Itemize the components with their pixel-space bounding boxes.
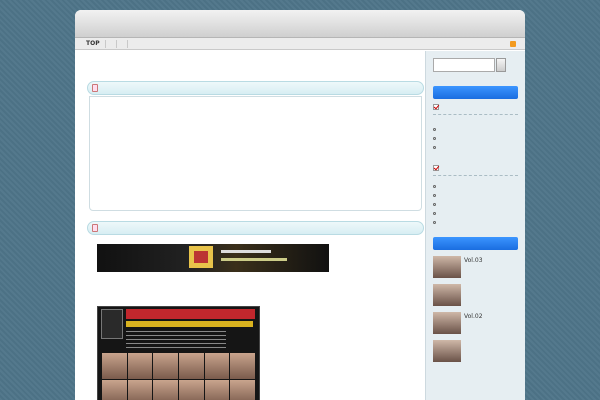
category-2-list — [433, 182, 519, 227]
ad-subheadline-graphic — [126, 321, 253, 327]
list-item[interactable] — [433, 200, 519, 209]
recent-post-3[interactable]: Vol.02 — [433, 312, 519, 334]
categories-header — [433, 86, 518, 99]
recent-post-vol: Vol.02 — [464, 313, 483, 320]
bullet-icon — [433, 203, 436, 206]
ad-photo — [178, 353, 204, 379]
banner-logo — [189, 246, 213, 268]
ad-photo — [230, 353, 255, 379]
rss-icon — [510, 40, 516, 47]
ad-photo — [153, 379, 178, 400]
ad-photo — [127, 353, 153, 379]
ad-photo — [230, 379, 255, 400]
ad-line-4 — [269, 336, 419, 346]
ad-line-3 — [269, 326, 419, 336]
checkmark-icon — [433, 104, 439, 110]
post1-line-2 — [99, 113, 412, 123]
ad-photo — [153, 353, 178, 379]
post1-line-6 — [99, 184, 412, 194]
list-item[interactable] — [433, 218, 519, 227]
checkmark-icon — [433, 165, 439, 171]
bullet-icon — [433, 212, 436, 215]
recent-post-2[interactable] — [433, 284, 519, 306]
nav-top[interactable]: TOP — [81, 39, 106, 48]
divider — [433, 175, 518, 176]
bullet-icon — [433, 128, 436, 131]
ad-photo-grid — [102, 353, 255, 400]
ad-line-6 — [269, 373, 419, 383]
ad-line-2 — [269, 316, 419, 326]
post-title-2[interactable] — [87, 221, 424, 235]
search-button[interactable] — [496, 58, 506, 72]
recent-posts-header — [433, 237, 518, 250]
recent-post-title: Vol.02 — [464, 312, 483, 334]
nav-item-2[interactable] — [117, 39, 128, 48]
recent-post-1[interactable]: Vol.03 — [433, 256, 519, 278]
rss-link[interactable] — [510, 40, 519, 47]
post-thumbnail — [433, 312, 461, 334]
post1-line-3 — [99, 130, 412, 140]
post1-line-5 — [99, 157, 412, 167]
post1-line-7 — [99, 194, 412, 204]
ad-line-1 — [269, 306, 419, 316]
bullet-icon — [433, 194, 436, 197]
ad-photo — [204, 379, 230, 400]
main-content — [87, 58, 424, 400]
recent-post-title: Vol.03 — [464, 256, 483, 278]
ad-photo — [102, 353, 127, 379]
category-2[interactable] — [433, 164, 519, 171]
search-form — [433, 58, 519, 72]
ad-photo — [178, 379, 204, 400]
list-item[interactable] — [433, 125, 519, 134]
page-icon — [92, 224, 98, 232]
list-item[interactable] — [433, 134, 519, 143]
ad-banner[interactable] — [97, 244, 329, 272]
ad-image[interactable] — [97, 306, 260, 400]
global-nav: TOP — [75, 38, 525, 50]
search-input[interactable] — [433, 58, 495, 72]
ad-photo — [204, 353, 230, 379]
banner-text-graphic — [221, 258, 287, 261]
ad-emblem — [101, 309, 123, 339]
page-icon — [92, 84, 98, 92]
banner-text-graphic — [221, 250, 271, 253]
ad-headline-graphic — [126, 309, 255, 319]
post-thumbnail — [433, 340, 461, 362]
bullet-icon — [433, 146, 436, 149]
bullet-icon — [433, 185, 436, 188]
page-wrapper: TOP Vol.03 Vol.02 — [75, 10, 525, 400]
post-body-1 — [89, 96, 422, 211]
category-1[interactable] — [433, 103, 519, 110]
post-thumbnail — [433, 256, 461, 278]
post-thumbnail — [433, 284, 461, 306]
post1-line-4 — [99, 140, 412, 150]
recent-post-4[interactable] — [433, 340, 519, 362]
ad-red-link-1[interactable] — [269, 363, 419, 373]
category-1-list — [433, 125, 519, 152]
divider — [433, 114, 518, 115]
ad-line-5 — [269, 353, 419, 363]
post1-line-1 — [99, 103, 412, 113]
post1-big-red-link[interactable] — [99, 169, 412, 183]
list-item[interactable] — [433, 191, 519, 200]
bullet-icon — [433, 137, 436, 140]
bullet-icon — [433, 221, 436, 224]
ad-description — [269, 306, 419, 383]
ad-photo — [127, 379, 153, 400]
list-item[interactable] — [433, 209, 519, 218]
list-item[interactable] — [433, 143, 519, 152]
site-header — [75, 10, 525, 38]
ad-photo — [102, 379, 127, 400]
post-title-1[interactable] — [87, 81, 424, 95]
recent-post-vol: Vol.03 — [464, 257, 483, 264]
nav-item-1[interactable] — [106, 39, 117, 48]
list-item[interactable] — [433, 182, 519, 191]
ad-text-graphic — [126, 331, 226, 349]
sidebar: Vol.03 Vol.02 — [425, 51, 525, 400]
intro-text — [87, 59, 424, 69]
